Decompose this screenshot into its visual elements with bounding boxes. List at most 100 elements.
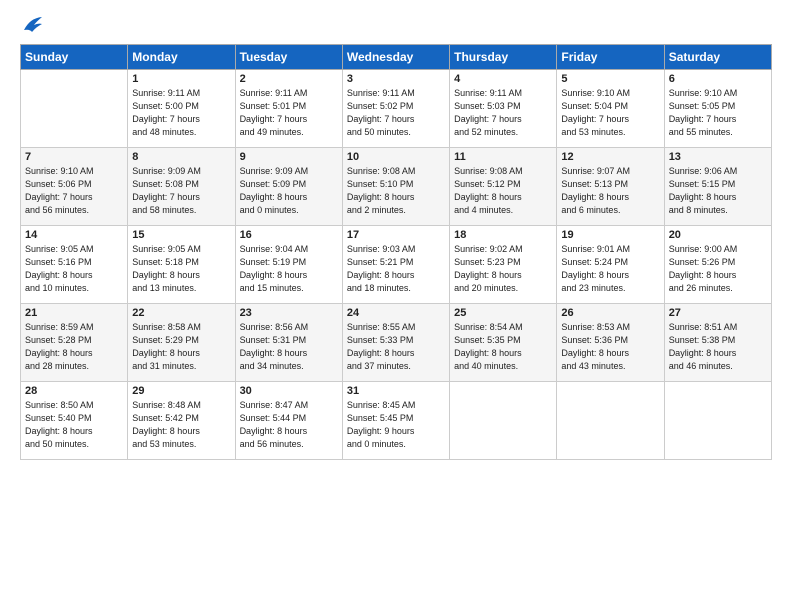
day-cell [557, 382, 664, 460]
day-number: 2 [240, 73, 338, 85]
day-cell: 25 Sunrise: 8:54 AM Sunset: 5:35 PM Dayli… [450, 304, 557, 382]
day-cell: 30 Sunrise: 8:47 AM Sunset: 5:44 PM Dayli… [235, 382, 342, 460]
day-info: Sunrise: 8:45 AM Sunset: 5:45 PM Dayligh… [347, 399, 445, 451]
day-number: 9 [240, 151, 338, 163]
day-info: Sunrise: 9:11 AM Sunset: 5:03 PM Dayligh… [454, 87, 552, 139]
day-info: Sunrise: 9:11 AM Sunset: 5:00 PM Dayligh… [132, 87, 230, 139]
day-cell: 20 Sunrise: 9:00 AM Sunset: 5:26 PM Dayli… [664, 226, 771, 304]
day-info: Sunrise: 8:48 AM Sunset: 5:42 PM Dayligh… [132, 399, 230, 451]
day-cell: 13 Sunrise: 9:06 AM Sunset: 5:15 PM Dayli… [664, 148, 771, 226]
day-cell [450, 382, 557, 460]
day-info: Sunrise: 9:09 AM Sunset: 5:09 PM Dayligh… [240, 165, 338, 217]
day-number: 27 [669, 307, 767, 319]
day-number: 30 [240, 385, 338, 397]
day-info: Sunrise: 8:54 AM Sunset: 5:35 PM Dayligh… [454, 321, 552, 373]
day-cell: 23Sunrise: 8:56 AM Sunset: 5:31 PM Dayli… [235, 304, 342, 382]
day-number: 3 [347, 73, 445, 85]
day-number: 14 [25, 229, 123, 241]
day-cell: 21 Sunrise: 8:59 AM Sunset: 5:28 PM Dayli… [21, 304, 128, 382]
day-number: 7 [25, 151, 123, 163]
day-cell [21, 70, 128, 148]
day-cell: 9 Sunrise: 9:09 AM Sunset: 5:09 PM Daylig… [235, 148, 342, 226]
day-number: 4 [454, 73, 552, 85]
day-cell: 8 Sunrise: 9:09 AM Sunset: 5:08 PM Daylig… [128, 148, 235, 226]
logo [20, 16, 44, 34]
day-number: 8 [132, 151, 230, 163]
column-header-monday: Monday [128, 45, 235, 70]
week-row-2: 7 Sunrise: 9:10 AM Sunset: 5:06 PM Daylig… [21, 148, 772, 226]
day-number: 28 [25, 385, 123, 397]
day-number: 10 [347, 151, 445, 163]
day-info: Sunrise: 9:06 AM Sunset: 5:15 PM Dayligh… [669, 165, 767, 217]
day-cell: 2 Sunrise: 9:11 AM Sunset: 5:01 PM Daylig… [235, 70, 342, 148]
day-number: 26 [561, 307, 659, 319]
day-info: Sunrise: 9:10 AM Sunset: 5:06 PM Dayligh… [25, 165, 123, 217]
day-cell: 26 Sunrise: 8:53 AM Sunset: 5:36 PM Dayli… [557, 304, 664, 382]
week-row-4: 21 Sunrise: 8:59 AM Sunset: 5:28 PM Dayli… [21, 304, 772, 382]
day-info: Sunrise: 9:07 AM Sunset: 5:13 PM Dayligh… [561, 165, 659, 217]
day-cell: 1 Sunrise: 9:11 AM Sunset: 5:00 PM Daylig… [128, 70, 235, 148]
day-info: Sunrise: 9:03 AM Sunset: 5:21 PM Dayligh… [347, 243, 445, 295]
header [20, 16, 772, 34]
day-cell: 29Sunrise: 8:48 AM Sunset: 5:42 PM Dayli… [128, 382, 235, 460]
day-cell: 12 Sunrise: 9:07 AM Sunset: 5:13 PM Dayli… [557, 148, 664, 226]
day-info: Sunrise: 8:58 AM Sunset: 5:29 PM Dayligh… [132, 321, 230, 373]
page: SundayMondayTuesdayWednesdayThursdayFrid… [0, 0, 792, 612]
day-number: 21 [25, 307, 123, 319]
day-cell: 15Sunrise: 9:05 AM Sunset: 5:18 PM Dayli… [128, 226, 235, 304]
day-cell: 11 Sunrise: 9:08 AM Sunset: 5:12 PM Dayli… [450, 148, 557, 226]
day-number: 15 [132, 229, 230, 241]
day-cell: 16 Sunrise: 9:04 AM Sunset: 5:19 PM Dayli… [235, 226, 342, 304]
week-row-1: 1 Sunrise: 9:11 AM Sunset: 5:00 PM Daylig… [21, 70, 772, 148]
day-cell: 14 Sunrise: 9:05 AM Sunset: 5:16 PM Dayli… [21, 226, 128, 304]
day-cell: 6 Sunrise: 9:10 AM Sunset: 5:05 PM Daylig… [664, 70, 771, 148]
calendar-table: SundayMondayTuesdayWednesdayThursdayFrid… [20, 44, 772, 460]
week-row-5: 28Sunrise: 8:50 AM Sunset: 5:40 PM Dayli… [21, 382, 772, 460]
day-number: 19 [561, 229, 659, 241]
day-cell: 7 Sunrise: 9:10 AM Sunset: 5:06 PM Daylig… [21, 148, 128, 226]
day-cell: 22 Sunrise: 8:58 AM Sunset: 5:29 PM Dayli… [128, 304, 235, 382]
day-info: Sunrise: 9:08 AM Sunset: 5:10 PM Dayligh… [347, 165, 445, 217]
day-info: Sunrise: 9:00 AM Sunset: 5:26 PM Dayligh… [669, 243, 767, 295]
day-info: Sunrise: 9:11 AM Sunset: 5:01 PM Dayligh… [240, 87, 338, 139]
day-number: 13 [669, 151, 767, 163]
day-cell: 24 Sunrise: 8:55 AM Sunset: 5:33 PM Dayli… [342, 304, 449, 382]
day-number: 31 [347, 385, 445, 397]
day-number: 22 [132, 307, 230, 319]
day-cell: 19 Sunrise: 9:01 AM Sunset: 5:24 PM Dayli… [557, 226, 664, 304]
day-number: 17 [347, 229, 445, 241]
day-cell: 31 Sunrise: 8:45 AM Sunset: 5:45 PM Dayli… [342, 382, 449, 460]
day-info: Sunrise: 9:01 AM Sunset: 5:24 PM Dayligh… [561, 243, 659, 295]
column-header-sunday: Sunday [21, 45, 128, 70]
column-header-saturday: Saturday [664, 45, 771, 70]
logo-bird-icon [22, 16, 44, 34]
day-number: 24 [347, 307, 445, 319]
day-info: Sunrise: 8:55 AM Sunset: 5:33 PM Dayligh… [347, 321, 445, 373]
day-info: Sunrise: 9:09 AM Sunset: 5:08 PM Dayligh… [132, 165, 230, 217]
column-header-friday: Friday [557, 45, 664, 70]
day-info: Sunrise: 9:05 AM Sunset: 5:16 PM Dayligh… [25, 243, 123, 295]
day-info: Sunrise: 9:08 AM Sunset: 5:12 PM Dayligh… [454, 165, 552, 217]
day-info: Sunrise: 9:04 AM Sunset: 5:19 PM Dayligh… [240, 243, 338, 295]
day-number: 20 [669, 229, 767, 241]
day-cell: 5Sunrise: 9:10 AM Sunset: 5:04 PM Daylig… [557, 70, 664, 148]
day-cell: 18Sunrise: 9:02 AM Sunset: 5:23 PM Dayli… [450, 226, 557, 304]
day-number: 11 [454, 151, 552, 163]
day-info: Sunrise: 8:51 AM Sunset: 5:38 PM Dayligh… [669, 321, 767, 373]
column-header-wednesday: Wednesday [342, 45, 449, 70]
day-cell: 10 Sunrise: 9:08 AM Sunset: 5:10 PM Dayli… [342, 148, 449, 226]
column-header-tuesday: Tuesday [235, 45, 342, 70]
day-info: Sunrise: 9:10 AM Sunset: 5:05 PM Dayligh… [669, 87, 767, 139]
day-number: 1 [132, 73, 230, 85]
day-info: Sunrise: 9:11 AM Sunset: 5:02 PM Dayligh… [347, 87, 445, 139]
day-number: 25 [454, 307, 552, 319]
day-cell: 3 Sunrise: 9:11 AM Sunset: 5:02 PM Daylig… [342, 70, 449, 148]
day-info: Sunrise: 8:53 AM Sunset: 5:36 PM Dayligh… [561, 321, 659, 373]
day-number: 6 [669, 73, 767, 85]
day-number: 18 [454, 229, 552, 241]
day-info: Sunrise: 8:47 AM Sunset: 5:44 PM Dayligh… [240, 399, 338, 451]
day-info: Sunrise: 8:59 AM Sunset: 5:28 PM Dayligh… [25, 321, 123, 373]
day-number: 16 [240, 229, 338, 241]
day-number: 12 [561, 151, 659, 163]
week-row-3: 14 Sunrise: 9:05 AM Sunset: 5:16 PM Dayli… [21, 226, 772, 304]
